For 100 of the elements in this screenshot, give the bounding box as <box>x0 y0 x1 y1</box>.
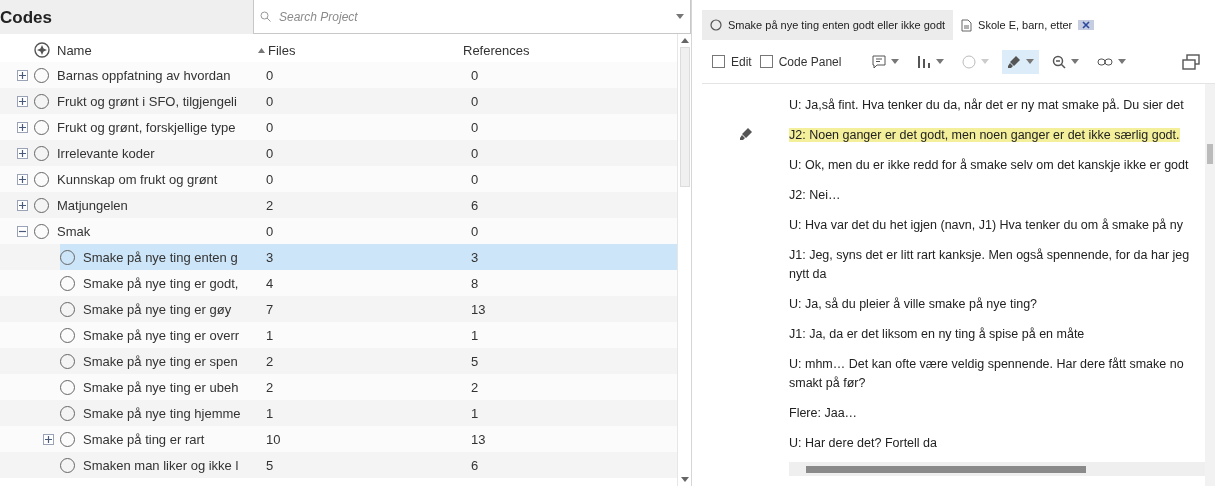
code-name: Smake på nye ting er godt, <box>83 275 239 291</box>
transcript-line: U: Ja,så fint. Hva tenker du da, når det er ny mat smake på. Du sier det <box>789 98 1184 112</box>
files-count: 2 <box>265 379 275 395</box>
references-count: 3 <box>471 249 480 265</box>
link-icon <box>1097 56 1114 67</box>
files-count: 0 <box>265 67 275 83</box>
references-count: 0 <box>471 145 480 161</box>
code-name: Smake på nye ting er overr <box>83 327 240 343</box>
search-icon <box>260 11 271 22</box>
files-count: 1 <box>265 327 275 343</box>
plus-icon <box>45 435 52 443</box>
transcript-line: U: Hva var det du het igjen (navn, J1) Hva tenker du om å smake på ny <box>789 218 1183 232</box>
references-count: 0 <box>471 119 480 135</box>
references-count: 0 <box>471 171 480 187</box>
files-count: 4 <box>265 275 275 291</box>
code-row[interactable]: Smake på nye ting enten g 3 3 <box>60 244 677 270</box>
code-name: Smake på nye ting enten g <box>83 249 238 265</box>
code-name: Smake på nye ting er gøy <box>83 301 232 317</box>
code-name: Smake på nye ting er ubeh <box>83 379 239 395</box>
references-count: 1 <box>471 327 480 343</box>
files-count: 3 <box>265 249 275 265</box>
caret-icon <box>676 14 684 19</box>
plus-icon <box>19 175 26 183</box>
expand-toggle[interactable] <box>43 433 54 445</box>
references-count: 6 <box>471 197 480 213</box>
plus-icon <box>19 149 26 157</box>
transcript-line: J1: Jeg, syns det er litt rart kanksje. Men også spennende, for da har jeg <box>789 248 1190 262</box>
highlighter-tool-button[interactable] <box>1002 49 1040 74</box>
checkbox[interactable]: Edit <box>712 54 752 69</box>
transcript-line: U: Ok, men du er ikke redd for å smake selv om det kanskje ikke er godt <box>789 158 1189 172</box>
code-name: Smake på nye ting hjemme <box>83 405 241 421</box>
files-count: 0 <box>265 171 275 187</box>
search-field[interactable]: Search Project <box>277 8 670 25</box>
files-count: 0 <box>265 145 275 161</box>
expand-toggle[interactable] <box>17 147 28 159</box>
scrollbar-thumb[interactable] <box>679 47 690 187</box>
code-name: Smaken man liker og ikke l <box>83 457 239 473</box>
caret-icon <box>891 59 900 64</box>
add-icon[interactable] <box>34 42 50 58</box>
caret-icon <box>1118 59 1127 64</box>
bars-icon <box>917 54 932 69</box>
sort-ascending-icon <box>258 47 265 53</box>
transcript-line: nytt da <box>789 267 827 281</box>
references-count: 0 <box>471 223 480 239</box>
memo-icon <box>872 54 887 69</box>
column-header[interactable]: Files <box>258 42 296 58</box>
plus-icon <box>19 201 26 209</box>
files-count: 10 <box>265 431 282 447</box>
code-name: Smake på ting er rart <box>83 431 205 447</box>
references-count: 0 <box>471 67 480 83</box>
code-name: Matjungelen <box>57 197 128 213</box>
files-count: 2 <box>265 197 275 213</box>
code-name: Smake på nye ting er spen <box>83 353 238 369</box>
expand-toggle[interactable] <box>17 95 28 107</box>
code-name: Irrelevante koder <box>57 145 155 161</box>
plus-icon <box>19 71 26 79</box>
circle-icon <box>962 54 977 69</box>
code-name: Kunnskap om frukt og grønt <box>57 171 218 187</box>
references-count: 5 <box>471 353 480 369</box>
circle-icon <box>710 19 722 31</box>
expand-toggle[interactable] <box>17 173 28 185</box>
checkbox[interactable]: Code Panel <box>759 54 842 69</box>
code-name: Frukt og grønt, forskjellige type <box>57 119 236 135</box>
code-name: Barnas oppfatning av hvordan <box>57 67 231 83</box>
transcript-line: U: mhm… Det kan ofte være veldig spennende. Har dere fått smake no <box>789 357 1184 371</box>
up-arrow-icon[interactable] <box>680 38 689 43</box>
scrollbar[interactable] <box>677 34 691 486</box>
transcript-line: U: Ja, så du pleier å ville smake på nye ting? <box>789 297 1038 311</box>
column-header[interactable]: References <box>463 42 530 58</box>
expand-toggle[interactable] <box>17 121 28 133</box>
references-count: 2 <box>471 379 480 395</box>
caret-icon <box>1071 59 1080 64</box>
close-icon[interactable] <box>1078 20 1095 30</box>
references-count: 0 <box>471 93 480 109</box>
files-count: 1 <box>265 405 275 421</box>
highlighter-icon <box>739 127 753 141</box>
transcript-line: Flere: Jaa… <box>789 406 858 420</box>
transcript-line: J2: Nei… <box>789 188 841 202</box>
caret-icon <box>936 59 945 64</box>
scrollbar[interactable] <box>1205 84 1215 486</box>
caret-icon <box>1026 59 1035 64</box>
document-tab[interactable]: Smake på nye ting enten godt eller ikke godt <box>702 10 954 40</box>
document-icon <box>961 18 973 32</box>
down-arrow-icon[interactable] <box>680 477 689 482</box>
references-count: 13 <box>471 301 487 317</box>
code-name: Smak <box>57 223 91 239</box>
transcript-line: smakt på før? <box>789 376 866 390</box>
files-count: 7 <box>265 301 275 317</box>
expand-toggle[interactable] <box>17 225 28 237</box>
references-count: 8 <box>471 275 480 291</box>
references-count: 6 <box>471 457 480 473</box>
zoom-icon <box>1052 54 1067 69</box>
column-header[interactable]: Name <box>57 42 92 58</box>
plus-icon <box>19 97 26 105</box>
horizontal-scrollbar[interactable] <box>789 462 1205 476</box>
expand-toggle[interactable] <box>17 69 28 81</box>
files-count: 0 <box>265 93 275 109</box>
expand-toggle[interactable] <box>17 199 28 211</box>
windows-icon <box>1182 53 1200 70</box>
search-field[interactable]: Search Project <box>253 0 691 34</box>
